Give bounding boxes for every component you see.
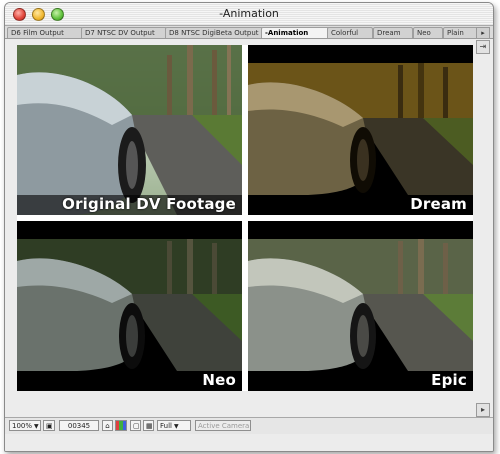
safe-zones-icon[interactable]: ▣ bbox=[43, 420, 55, 431]
transparency-grid-icon[interactable]: ▦ bbox=[143, 420, 154, 431]
panel-neo: Neo bbox=[17, 221, 242, 391]
tab-d8-ntsc-digibeta-output[interactable]: D8 NTSC DigiBeta Output bbox=[165, 27, 263, 38]
chevron-down-icon: ▼ bbox=[173, 423, 179, 430]
tab-plain[interactable]: Plain bbox=[443, 27, 479, 38]
arrow-right-icon[interactable]: ⇥ bbox=[476, 40, 490, 54]
panel-caption: Neo bbox=[202, 371, 236, 389]
tab-animation[interactable]: -Animation bbox=[261, 27, 331, 38]
tab-neo[interactable]: Neo bbox=[413, 27, 443, 38]
camera-value: Active Camera bbox=[198, 422, 250, 430]
panel-caption: Original DV Footage bbox=[62, 195, 236, 213]
composition-toolbar: 100%▼ ▣ 00345 ⌂ ▢ ▦ Full▼ Active Camera▼ bbox=[5, 417, 493, 434]
footage-image bbox=[248, 221, 473, 391]
zoom-dropdown[interactable]: 100% ▼ bbox=[9, 420, 41, 431]
footage-image bbox=[17, 45, 242, 215]
resolution-value: Full bbox=[160, 422, 172, 430]
tab-colorful[interactable]: Colorful bbox=[327, 27, 373, 38]
tab-dream[interactable]: Dream bbox=[373, 27, 413, 38]
composition-tab-strip: D6 Film Output D7 NTSC DV Output D8 NTSC… bbox=[5, 26, 493, 39]
window-title: -Animation bbox=[219, 7, 279, 20]
window-bottom bbox=[5, 434, 493, 451]
panel-original: Original DV Footage bbox=[17, 45, 242, 215]
next-frame-icon[interactable]: ▸ bbox=[476, 403, 490, 417]
tab-scroll-icon[interactable]: ▸ bbox=[476, 27, 490, 39]
channel-swatches bbox=[116, 421, 126, 430]
camera-dropdown[interactable]: Active Camera▼ bbox=[195, 420, 251, 431]
region-of-interest-icon[interactable]: ▢ bbox=[130, 420, 141, 431]
panel-dream: Dream bbox=[248, 45, 473, 215]
panel-caption: Dream bbox=[410, 195, 467, 213]
resolution-dropdown[interactable]: Full ▼ bbox=[157, 420, 191, 431]
tab-d7-ntsc-dv-output[interactable]: D7 NTSC DV Output bbox=[81, 27, 167, 38]
composition-canvas[interactable]: Original DV Footage Dream Neo Epic bbox=[17, 45, 473, 391]
current-time-field[interactable]: 00345 bbox=[59, 420, 99, 431]
chevron-down-icon: ▼ bbox=[34, 423, 39, 430]
footage-image bbox=[248, 45, 473, 215]
panel-epic: Epic bbox=[248, 221, 473, 391]
panel-caption: Epic bbox=[431, 371, 467, 389]
footage-image bbox=[17, 221, 242, 391]
tab-d6-film-output[interactable]: D6 Film Output bbox=[7, 27, 83, 38]
show-channel-icon[interactable] bbox=[115, 420, 127, 431]
snapshot-icon[interactable]: ⌂ bbox=[102, 420, 113, 431]
zoom-value: 100% bbox=[12, 422, 33, 430]
composition-window: -Animation D6 Film Output D7 NTSC DV Out… bbox=[4, 2, 494, 452]
title-bar[interactable]: -Animation bbox=[5, 3, 493, 26]
